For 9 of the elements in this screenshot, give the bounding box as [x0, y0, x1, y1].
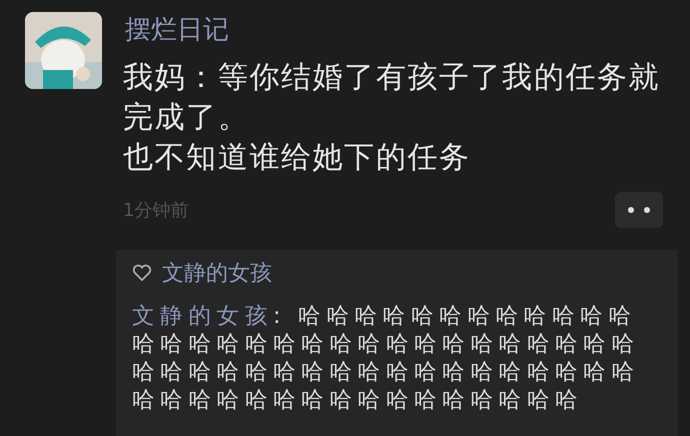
- author-name[interactable]: 摆烂日记: [125, 14, 680, 46]
- heart-icon: [132, 264, 152, 282]
- post-text: 我妈：等你结婚了有孩子了我的任务就完成了。: [123, 59, 662, 137]
- comment-text: 文静的女孩: 哈哈哈哈哈哈哈哈哈哈哈哈哈哈哈哈哈哈哈哈哈哈哈哈哈哈哈哈哈哈哈哈哈哈哈哈哈哈哈哈哈哈哈哈哈哈哈哈哈哈哈哈哈哈哈哈哈哈哈哈哈哈哈哈: [132, 302, 641, 414]
- dots-icon: [628, 207, 650, 213]
- like-name[interactable]: 文静的女孩: [162, 258, 272, 288]
- post-text: 也不知道谁给她下的任务: [123, 139, 472, 177]
- post-time: 1分钟前: [123, 199, 188, 222]
- comment-button[interactable]: [615, 192, 663, 228]
